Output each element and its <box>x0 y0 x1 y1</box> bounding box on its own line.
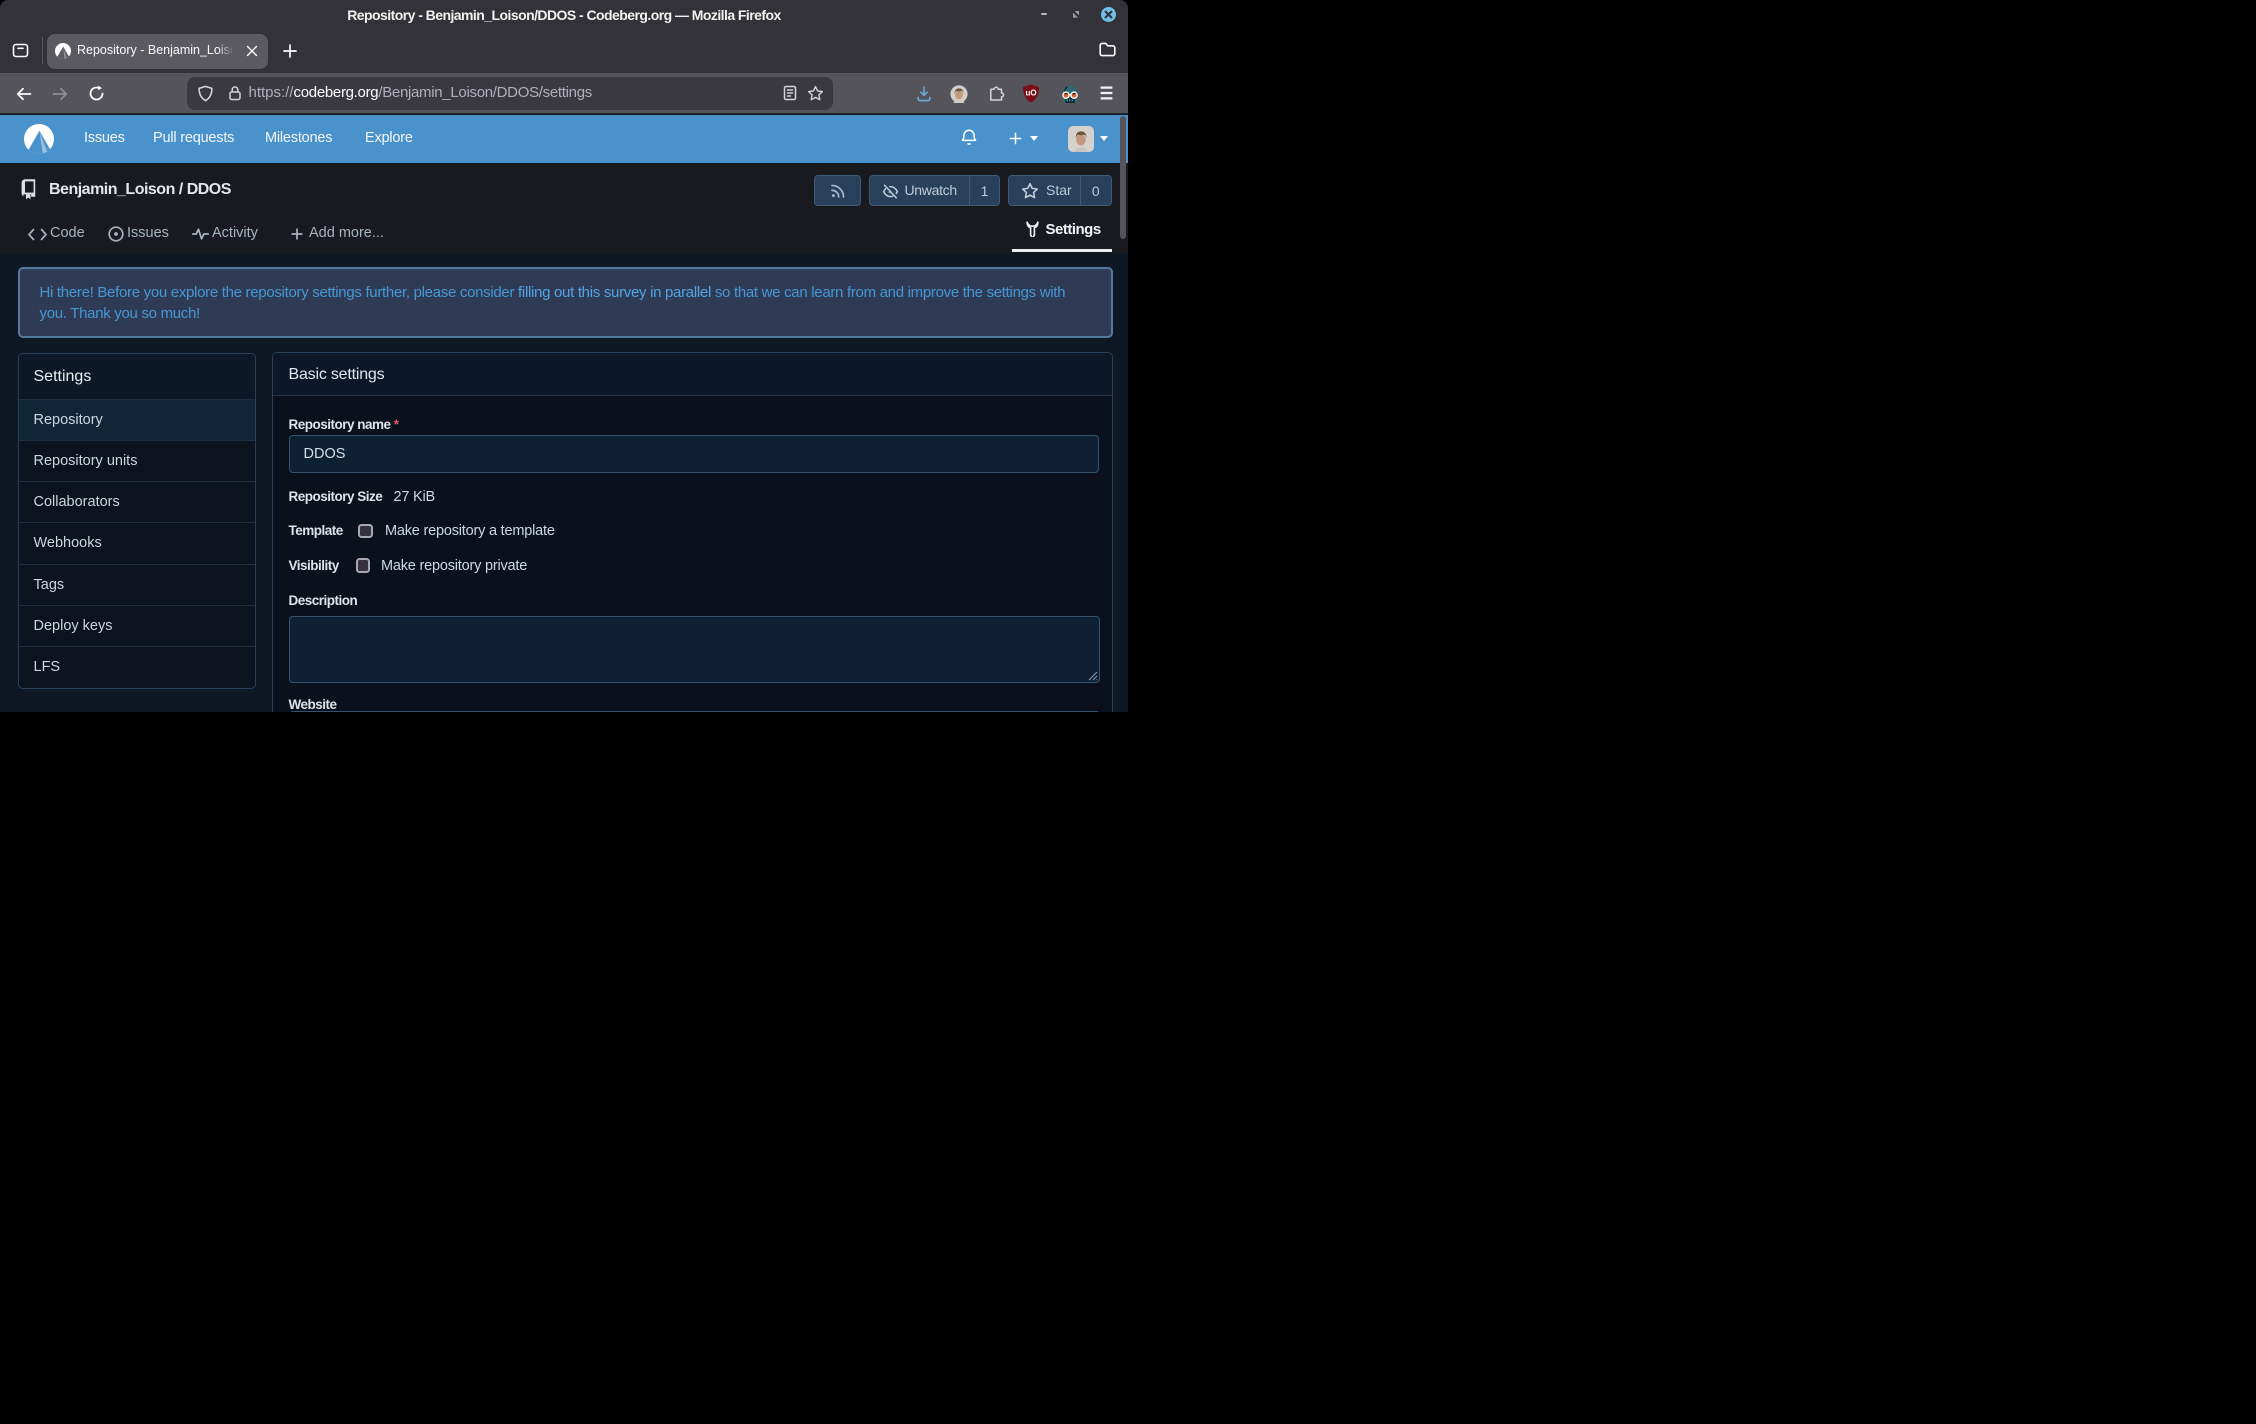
svg-text:uO: uO <box>1025 89 1036 98</box>
